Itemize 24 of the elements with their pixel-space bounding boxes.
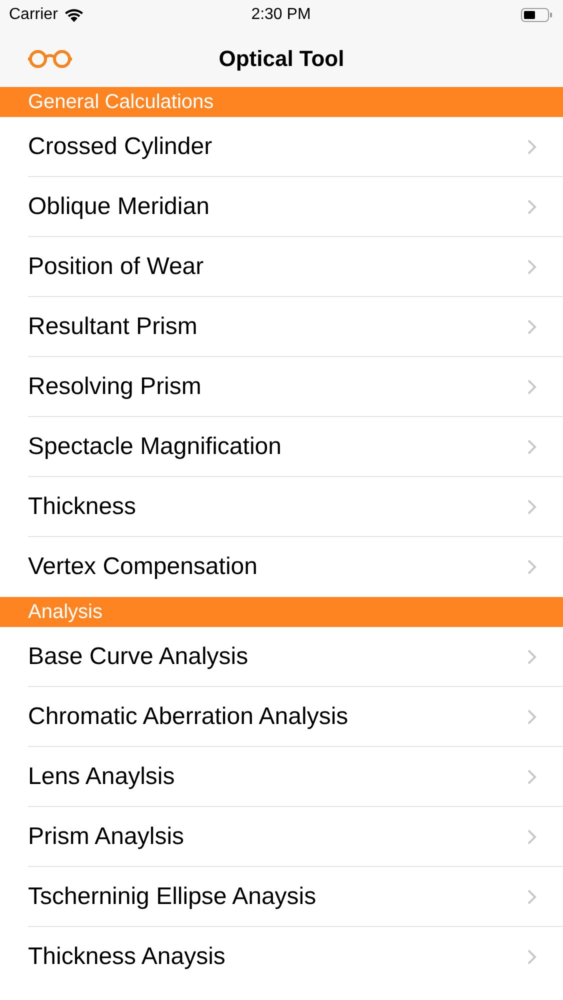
chevron-icon: [527, 198, 537, 214]
battery-icon: [520, 7, 553, 23]
chevron-icon: [527, 708, 537, 724]
chevron-icon: [527, 949, 537, 965]
chevron-icon: [527, 378, 537, 394]
section-header: Analysis: [0, 597, 563, 627]
chevron-icon: [527, 438, 537, 454]
glasses-icon[interactable]: [27, 49, 73, 69]
chevron-icon: [527, 648, 537, 664]
chevron-icon: [527, 828, 537, 844]
chevron-icon: [527, 768, 537, 784]
carrier-label: Carrier: [9, 6, 58, 24]
chevron-icon: [527, 258, 537, 274]
chevron-icon: [527, 498, 537, 514]
chevron-icon: [527, 138, 537, 154]
chevron-icon: [527, 318, 537, 334]
chevron-icon: [527, 559, 537, 575]
chevron-icon: [527, 888, 537, 904]
clock-time: 2:30 PM: [250, 6, 312, 24]
nav-title: Optical Tool: [218, 46, 344, 72]
list-item[interactable]: Thickness Anaysis: [28, 927, 563, 987]
list-item[interactable]: Vertex Compensation: [28, 537, 563, 597]
section-header: General Calculations: [0, 87, 563, 117]
wifi-icon: [64, 8, 84, 22]
